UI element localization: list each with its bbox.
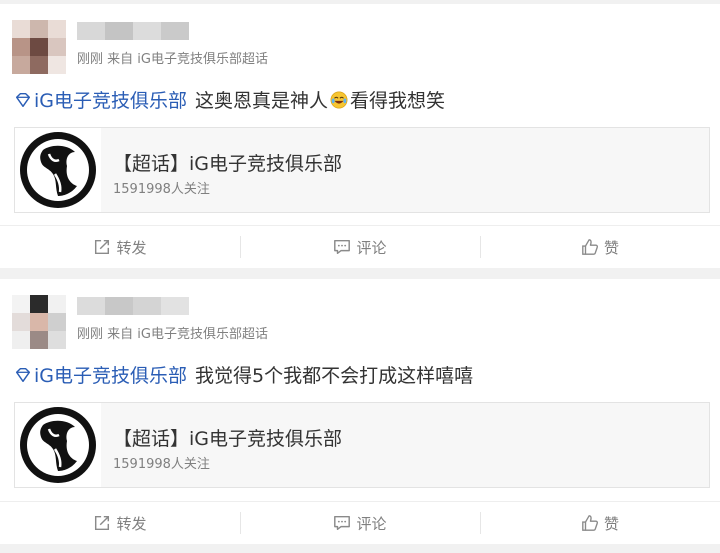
card-followers: 1591998人关注 (113, 457, 210, 472)
card-followers: 1591998人关注 (113, 182, 210, 197)
post-text: 我觉得5个我都不会打成这样嘻嘻 (195, 365, 474, 387)
feed-post: 刚刚 来自 iG电子竞技俱乐部超话 iG电子竞技俱乐部 这奥恩真是神人 看得我想… (0, 4, 720, 268)
comment-button[interactable]: 评论 (240, 226, 480, 268)
post-actions: 转发 评论 赞 (0, 501, 720, 544)
username-blurred[interactable] (77, 22, 189, 40)
like-button[interactable]: 赞 (480, 226, 720, 268)
diamond-icon (15, 367, 31, 382)
repost-label: 转发 (116, 514, 147, 533)
card-title: 【超话】iG电子竞技俱乐部 (113, 153, 343, 175)
super-topic-link[interactable]: iG电子竞技俱乐部 (14, 86, 187, 113)
avatar[interactable] (12, 20, 66, 74)
ig-logo (15, 403, 101, 487)
comment-icon (334, 515, 351, 531)
feed-post: 刚刚 来自 iG电子竞技俱乐部超话 iG电子竞技俱乐部 我觉得5个我都不会打成这… (0, 279, 720, 544)
repost-button[interactable]: 转发 (0, 226, 240, 268)
post-meta: 刚刚 来自 iG电子竞技俱乐部超话 (77, 52, 268, 67)
thumbs-up-icon (582, 239, 599, 255)
thumbs-up-icon (582, 515, 599, 531)
post-text-continued: 看得我想笑 (350, 90, 446, 112)
ig-logo (15, 128, 101, 212)
repost-label: 转发 (116, 238, 147, 257)
comment-label: 评论 (356, 238, 387, 257)
super-topic-label: iG电子竞技俱乐部 (34, 365, 188, 387)
comment-icon (334, 239, 351, 255)
comment-button[interactable]: 评论 (240, 502, 480, 544)
post-content: iG电子竞技俱乐部 我觉得5个我都不会打成这样嘻嘻 (14, 361, 473, 388)
like-label: 赞 (603, 238, 619, 257)
super-topic-card[interactable]: 【超话】iG电子竞技俱乐部 1591998人关注 (14, 127, 710, 213)
username-blurred[interactable] (77, 297, 189, 315)
post-meta: 刚刚 来自 iG电子竞技俱乐部超话 (77, 327, 268, 342)
post-content: iG电子竞技俱乐部 这奥恩真是神人 看得我想笑 (14, 86, 445, 113)
like-label: 赞 (603, 514, 619, 533)
super-topic-link[interactable]: iG电子竞技俱乐部 (14, 361, 187, 388)
avatar[interactable] (12, 295, 66, 349)
post-actions: 转发 评论 赞 (0, 225, 720, 268)
repost-icon (95, 239, 110, 255)
like-button[interactable]: 赞 (480, 502, 720, 544)
super-topic-label: iG电子竞技俱乐部 (34, 90, 188, 112)
comment-label: 评论 (356, 514, 387, 533)
post-text: 这奥恩真是神人 (195, 90, 329, 112)
card-title: 【超话】iG电子竞技俱乐部 (113, 428, 343, 450)
repost-button[interactable]: 转发 (0, 502, 240, 544)
diamond-icon (15, 92, 31, 107)
repost-icon (95, 515, 110, 531)
super-topic-card[interactable]: 【超话】iG电子竞技俱乐部 1591998人关注 (14, 402, 710, 488)
laughing-crying-emoji-icon (330, 91, 348, 109)
